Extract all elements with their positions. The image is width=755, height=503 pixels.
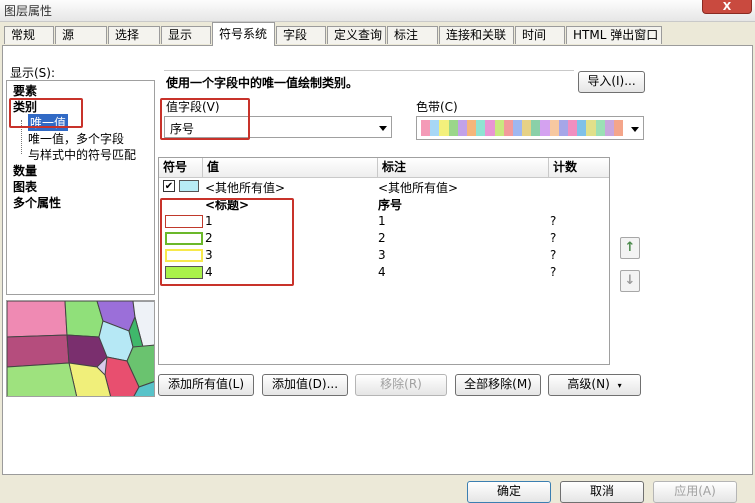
tree-item-quantities[interactable]: 数量 [13, 162, 37, 179]
all-values-checkbox[interactable]: ✔ [163, 180, 175, 192]
color-ramp-swatch [549, 120, 559, 136]
color-ramp-preview [421, 120, 624, 136]
table-cell-count: ? [550, 214, 557, 228]
preview-map-image [7, 301, 154, 396]
color-ramp-swatch [568, 120, 578, 136]
color-ramp-swatch [577, 120, 587, 136]
color-ramp-swatch [595, 120, 605, 136]
color-ramp-swatch [522, 120, 532, 136]
tree-item-charts[interactable]: 图表 [13, 178, 37, 195]
tab-selection[interactable]: 选择 [108, 26, 160, 44]
advanced-button-label: 高级(N) [567, 377, 610, 391]
remove-button[interactable]: 移除(R) [355, 374, 447, 396]
tab-definition-query[interactable]: 定义查询 [327, 26, 386, 44]
chevron-down-icon [631, 127, 639, 132]
column-header-symbol[interactable]: 符号 [159, 158, 203, 178]
color-ramp-swatch [586, 120, 596, 136]
color-ramp-swatch [558, 120, 568, 136]
table-cell-count: ? [550, 265, 557, 279]
table-cell-label: <其他所有值> [378, 181, 459, 195]
column-header-label[interactable]: 标注 [378, 158, 549, 178]
title-bar: 图层属性 X [0, 0, 755, 22]
tree-item-unique-values-many-fields[interactable]: 唯一值，多个字段 [28, 130, 124, 147]
column-header-value[interactable]: 值 [203, 158, 378, 178]
close-button[interactable]: X [702, 0, 752, 14]
table-cell-count: ? [550, 231, 557, 245]
import-button[interactable]: 导入(I)... [578, 71, 645, 93]
color-ramp-swatch [613, 120, 624, 136]
table-cell-label: 1 [378, 214, 386, 228]
tab-general[interactable]: 常规 [4, 26, 54, 44]
move-down-button[interactable]: ↓ [620, 270, 640, 292]
symbol-swatch[interactable] [179, 180, 199, 192]
highlight-box-category [9, 98, 83, 128]
color-ramp-swatch [512, 120, 523, 136]
chevron-down-icon [379, 126, 387, 131]
show-label: 显示(S): [10, 66, 56, 80]
tab-labels[interactable]: 标注 [387, 26, 438, 44]
tab-display[interactable]: 显示 [161, 26, 211, 44]
table-cell-value: <其他所有值> [205, 181, 286, 195]
tab-symbology[interactable]: 符号系统 [212, 22, 275, 46]
table-cell-label: 3 [378, 248, 386, 262]
highlight-box-value-field [160, 98, 250, 140]
tree-item-multiple-attributes[interactable]: 多个属性 [13, 194, 61, 211]
color-ramp-swatch [604, 120, 614, 136]
color-ramp-swatch [421, 120, 431, 136]
tree-item-match-style-symbols[interactable]: 与样式中的符号匹配 [28, 146, 136, 163]
tab-source[interactable]: 源 [55, 26, 107, 44]
add-all-values-button[interactable]: 添加所有值(L) [158, 374, 254, 396]
color-ramp-swatch [540, 120, 550, 136]
table-cell-label: 4 [378, 265, 386, 279]
color-ramp-swatch [457, 120, 467, 136]
color-ramp-swatch [531, 120, 541, 136]
add-values-button[interactable]: 添加值(D)... [262, 374, 348, 396]
table-cell-count: ? [550, 248, 557, 262]
tab-html-popup[interactable]: HTML 弹出窗口 [566, 26, 662, 44]
description-text: 使用一个字段中的唯一值绘制类别。 [166, 76, 359, 90]
table-cell-label: 2 [378, 231, 386, 245]
tab-fields[interactable]: 字段 [276, 26, 326, 44]
color-ramp-swatch [439, 120, 449, 136]
color-ramp-swatch [485, 120, 495, 136]
color-ramp-select[interactable] [416, 116, 644, 140]
color-ramp-label: 色带(C) [416, 100, 458, 114]
preview-map [6, 300, 155, 397]
color-ramp-swatch [466, 120, 477, 136]
move-up-button[interactable]: ↑ [620, 237, 640, 259]
highlight-box-symbols [160, 198, 294, 286]
chevron-down-icon: ▾ [617, 381, 622, 390]
color-ramp-swatch [476, 120, 486, 136]
column-header-count[interactable]: 计数 [549, 158, 609, 178]
tab-joins-relates[interactable]: 连接和关联 [439, 26, 514, 44]
color-ramp-swatch [503, 120, 513, 136]
table-cell-label: 序号 [378, 198, 403, 212]
color-ramp-swatch [494, 120, 504, 136]
tree-item-features[interactable]: 要素 [13, 82, 37, 99]
tab-time[interactable]: 时间 [515, 26, 565, 44]
window-title: 图层属性 [4, 4, 53, 18]
color-ramp-swatch [430, 120, 440, 136]
advanced-button[interactable]: 高级(N) ▾ [548, 374, 641, 396]
color-ramp-swatch [448, 120, 458, 136]
remove-all-button[interactable]: 全部移除(M) [455, 374, 541, 396]
